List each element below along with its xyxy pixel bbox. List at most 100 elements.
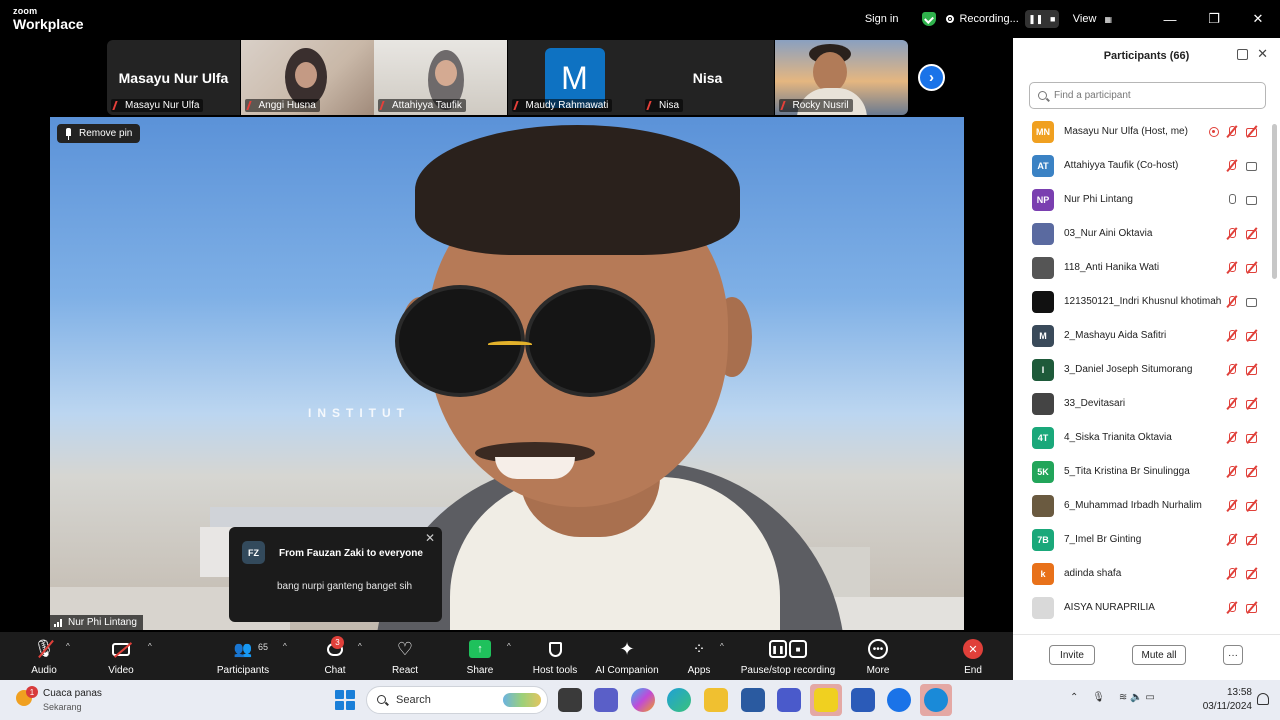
mic-muted-icon[interactable] <box>1225 227 1239 241</box>
ai-companion-button[interactable]: ✦ AI Companion <box>592 636 662 677</box>
apps-options-caret[interactable]: ^ <box>720 642 724 651</box>
notification-bell-icon[interactable] <box>1257 693 1269 705</box>
mic-muted-icon[interactable] <box>1225 567 1239 581</box>
camera-on-icon[interactable] <box>1245 295 1259 309</box>
camera-off-icon[interactable] <box>1245 499 1259 513</box>
chat-notification[interactable]: FZ From Fauzan Zaki to everyone bang nur… <box>229 527 442 622</box>
word-icon[interactable] <box>851 688 875 712</box>
camera-off-icon[interactable] <box>1245 363 1259 377</box>
camera-off-icon[interactable] <box>1245 125 1259 139</box>
participant-row[interactable]: k adinda shafa <box>1013 557 1271 591</box>
share-options-caret[interactable]: ^ <box>507 642 511 651</box>
mic-muted-icon[interactable] <box>1225 159 1239 173</box>
camera-off-icon[interactable] <box>1245 261 1259 275</box>
remove-pin-button[interactable]: Remove pin <box>57 124 141 143</box>
edge-icon[interactable] <box>667 688 691 712</box>
mic-muted-icon[interactable] <box>1225 533 1239 547</box>
end-meeting-button[interactable]: ✕ End <box>957 636 989 676</box>
mic-muted-icon[interactable] <box>1225 329 1239 343</box>
panel-more-button[interactable]: ··· <box>1223 645 1243 665</box>
wifi-icon[interactable]: ≋ <box>1119 692 1127 703</box>
host-tools-button[interactable]: Host tools <box>528 636 582 676</box>
camera-off-icon[interactable] <box>1245 533 1259 547</box>
share-button[interactable]: ↑ Share <box>463 636 497 676</box>
camera-off-icon[interactable] <box>1245 397 1259 411</box>
mic-muted-icon[interactable] <box>1225 363 1239 377</box>
minimize-icon[interactable]: — <box>1148 12 1192 27</box>
volume-icon[interactable]: 🔈 <box>1130 692 1142 703</box>
mic-muted-icon[interactable] <box>1225 295 1239 309</box>
app-icon[interactable] <box>924 688 948 712</box>
apps-button[interactable]: ⁘ Apps <box>684 636 714 676</box>
participant-row[interactable]: M 2_Mashayu Aida Safitri <box>1013 319 1271 353</box>
participant-row[interactable]: 121350121_Indri Khusnul khotimah <box>1013 285 1271 319</box>
participant-row[interactable]: 7B 7_Imel Br Ginting <box>1013 523 1271 557</box>
stop-recording-icon[interactable]: ■ <box>1050 14 1055 24</box>
participant-row[interactable]: 5K 5_Tita Kristina Br Sinulingga <box>1013 455 1271 489</box>
camera-off-icon[interactable] <box>1245 601 1259 615</box>
view-menu-button[interactable]: View <box>1073 13 1097 25</box>
camera-on-icon[interactable] <box>1245 159 1259 173</box>
thumbnail-tile[interactable]: Anggi Husna <box>240 40 374 115</box>
chat-button[interactable]: 3 Chat <box>318 636 352 676</box>
close-notification-icon[interactable]: ✕ <box>425 531 435 545</box>
mic-muted-icon[interactable] <box>1225 499 1239 513</box>
camera-off-icon[interactable] <box>1245 465 1259 479</box>
participant-row[interactable]: 118_Anti Hanika Wati <box>1013 251 1271 285</box>
participant-row[interactable]: AT Attahiyya Taufik (Co-host) <box>1013 149 1271 183</box>
close-panel-icon[interactable]: ✕ <box>1257 46 1268 62</box>
taskbar-clock[interactable]: 13:58 03/11/2024 <box>1192 686 1252 714</box>
participant-row[interactable]: AISYA NURAPRILIA <box>1013 591 1271 625</box>
sign-in-link[interactable]: Sign in <box>865 13 899 25</box>
participants-options-caret[interactable]: ^ <box>283 642 287 651</box>
pause-recording-icon[interactable]: ❚❚ <box>1028 14 1043 25</box>
mic-muted-icon[interactable] <box>1225 261 1239 275</box>
mic-muted-icon[interactable] <box>1225 465 1239 479</box>
find-participant-input[interactable]: Find a participant <box>1029 82 1266 109</box>
participants-button[interactable]: 👥 65 Participants <box>212 636 274 676</box>
show-hidden-icons-chevron-icon[interactable]: ⌃ <box>1070 692 1078 703</box>
camera-off-icon[interactable] <box>1245 567 1259 581</box>
participant-row[interactable]: NP Nur Phi Lintang <box>1013 183 1271 217</box>
audio-button[interactable]: 🎙 Audio <box>26 636 62 676</box>
task-view-icon[interactable] <box>558 688 582 712</box>
invite-button[interactable]: Invite <box>1049 645 1095 665</box>
teams-icon[interactable] <box>594 688 618 712</box>
participant-row[interactable]: I 3_Daniel Joseph Situmorang <box>1013 353 1271 387</box>
participant-row[interactable]: MN Masayu Nur Ulfa (Host, me) <box>1013 115 1271 149</box>
video-button[interactable]: Video <box>103 636 139 676</box>
restore-icon[interactable]: ❐ <box>1192 11 1236 27</box>
participant-row[interactable]: 4T 4_Siska Trianita Oktavia <box>1013 421 1271 455</box>
audio-options-caret[interactable]: ^ <box>66 642 70 651</box>
battery-icon[interactable]: ▭ <box>1145 692 1154 703</box>
participant-list-scrollbar[interactable] <box>1272 124 1277 279</box>
thumbnail-tile[interactable]: Attahiyya Taufik <box>374 40 507 115</box>
copilot-icon[interactable] <box>631 688 655 712</box>
windows-start-icon[interactable] <box>335 690 355 710</box>
microphone-icon[interactable]: 🎙 <box>1092 692 1105 703</box>
react-button[interactable]: ♡ React <box>388 636 422 677</box>
file-explorer-icon[interactable] <box>704 688 728 712</box>
mic-muted-icon[interactable] <box>1225 125 1239 139</box>
app-icon[interactable] <box>777 688 801 712</box>
thumbnail-tile[interactable]: Masayu Nur Ulfa Masayu Nur Ulfa <box>107 40 240 115</box>
mute-all-button[interactable]: Mute all <box>1132 645 1186 665</box>
more-button[interactable]: ••• More <box>861 636 895 676</box>
video-options-caret[interactable]: ^ <box>148 642 152 651</box>
pop-out-icon[interactable] <box>1237 49 1248 60</box>
taskbar-search-box[interactable]: Search <box>366 686 548 714</box>
thumbnail-tile[interactable]: Rocky Nusril <box>774 40 908 115</box>
thumbnail-tile[interactable]: Nisa Nisa <box>641 40 774 115</box>
chat-options-caret[interactable]: ^ <box>358 642 362 651</box>
camera-off-icon[interactable] <box>1245 227 1259 241</box>
thumbnail-tile[interactable]: M Maudy Rahmawati <box>507 40 641 115</box>
zoom-icon[interactable] <box>887 688 911 712</box>
participant-row[interactable]: 33_Devitasari <box>1013 387 1271 421</box>
camera-off-icon[interactable] <box>1245 431 1259 445</box>
camera-on-icon[interactable] <box>1245 193 1259 207</box>
mic-muted-icon[interactable] <box>1225 431 1239 445</box>
mic-on-icon[interactable] <box>1225 193 1239 207</box>
participant-row[interactable]: 6_Muhammad Irbadh Nurhalim <box>1013 489 1271 523</box>
sticky-notes-icon[interactable] <box>814 688 838 712</box>
pause-stop-recording-button[interactable]: ❚❚ ■ Pause/stop recording <box>736 636 840 676</box>
